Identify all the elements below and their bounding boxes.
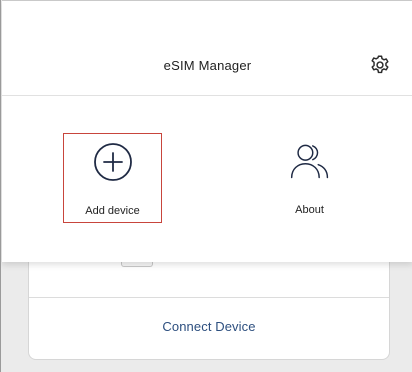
page-title: eSIM Manager xyxy=(163,58,252,73)
app-window: Connect Device eSIM Manager Add device A… xyxy=(0,0,412,372)
app-header: eSIM Manager xyxy=(2,0,412,96)
users-icon xyxy=(290,144,328,179)
settings-button[interactable] xyxy=(368,53,392,77)
connect-device-button[interactable]: Connect Device xyxy=(29,319,389,334)
gear-icon xyxy=(371,55,389,74)
plus-circle-icon xyxy=(93,143,132,181)
menu-item-label: Add device xyxy=(85,205,140,217)
menu-item-add-device[interactable]: Add device xyxy=(63,133,162,223)
menu-item-label: About xyxy=(295,204,324,216)
menu-item-about[interactable]: About xyxy=(260,133,359,223)
card-divider xyxy=(29,297,389,298)
dropdown-panel: eSIM Manager Add device About xyxy=(2,0,412,262)
